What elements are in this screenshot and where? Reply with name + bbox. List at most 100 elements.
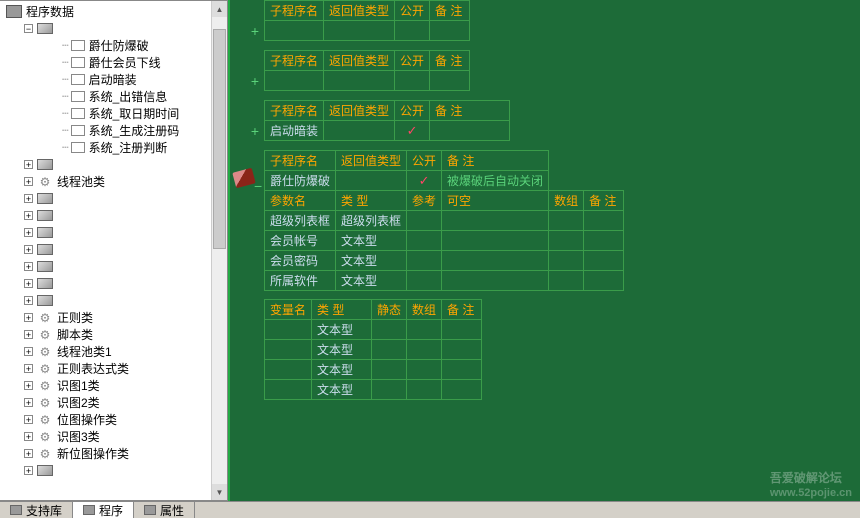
param-rem[interactable]: [584, 251, 624, 271]
var-arr[interactable]: [407, 320, 442, 340]
tree-named-3[interactable]: +正则表达式类: [0, 360, 227, 377]
collapse-icon[interactable]: −: [24, 24, 33, 33]
sub-table-3[interactable]: 子程序名 返回值类型 公开 备 注 启动暗装 ✓: [264, 100, 510, 141]
var-name[interactable]: [265, 360, 312, 380]
param-type[interactable]: 超级列表框: [336, 211, 407, 231]
expand-icon[interactable]: +: [24, 398, 33, 407]
expand-icon[interactable]: +: [24, 194, 33, 203]
tree-leaf-0[interactable]: ┄爵仕防爆破: [0, 37, 227, 54]
expand-icon[interactable]: +: [24, 381, 33, 390]
tab-properties[interactable]: 属性: [134, 502, 195, 518]
param-rem[interactable]: [584, 271, 624, 291]
var-rem[interactable]: [442, 340, 482, 360]
var-static[interactable]: [372, 360, 407, 380]
cell-pub-check[interactable]: ✓: [407, 171, 442, 191]
param-arr[interactable]: [549, 251, 584, 271]
expand-icon[interactable]: +: [24, 160, 33, 169]
cell-name[interactable]: 启动暗装: [265, 121, 324, 141]
var-row[interactable]: 文本型: [265, 380, 482, 400]
vertical-scrollbar[interactable]: ▲ ▼: [211, 1, 227, 500]
tree-leaf-4[interactable]: ┄系统_取日期时间: [0, 105, 227, 122]
cell[interactable]: [324, 71, 395, 91]
collapse-icon[interactable]: −: [254, 178, 262, 194]
tree-leaf-5[interactable]: ┄系统_生成注册码: [0, 122, 227, 139]
expand-icon[interactable]: +: [250, 26, 260, 36]
cell-ret[interactable]: [336, 171, 407, 191]
var-static[interactable]: [372, 320, 407, 340]
tree-named-2[interactable]: +线程池类1: [0, 343, 227, 360]
param-null[interactable]: [442, 211, 549, 231]
expand-icon[interactable]: +: [24, 364, 33, 373]
param-ref[interactable]: [407, 251, 442, 271]
tree-root[interactable]: 程序数据: [0, 3, 227, 20]
expand-icon[interactable]: +: [24, 313, 33, 322]
param-arr[interactable]: [549, 211, 584, 231]
tree-blank-group[interactable]: +: [0, 207, 227, 224]
tree-blank-group[interactable]: +: [0, 190, 227, 207]
var-type[interactable]: 文本型: [312, 360, 372, 380]
param-name[interactable]: 所属软件: [265, 271, 336, 291]
param-type[interactable]: 文本型: [336, 251, 407, 271]
expand-icon[interactable]: +: [24, 177, 33, 186]
tree-group[interactable]: −: [0, 20, 227, 37]
cell-rem[interactable]: [430, 121, 510, 141]
scroll-up-icon[interactable]: ▲: [212, 1, 227, 17]
expand-icon[interactable]: +: [24, 211, 33, 220]
tree-leaf-1[interactable]: ┄爵仕会员下线: [0, 54, 227, 71]
param-arr[interactable]: [549, 231, 584, 251]
var-rem[interactable]: [442, 380, 482, 400]
cell-pub-check[interactable]: ✓: [395, 121, 430, 141]
param-null[interactable]: [442, 231, 549, 251]
tree-group-empty[interactable]: +: [0, 156, 227, 173]
var-static[interactable]: [372, 340, 407, 360]
param-ref[interactable]: [407, 271, 442, 291]
param-row[interactable]: 会员密码文本型: [265, 251, 624, 271]
tree-blank-group[interactable]: +: [0, 292, 227, 309]
tree-blank-group[interactable]: +: [0, 258, 227, 275]
param-ref[interactable]: [407, 211, 442, 231]
var-type[interactable]: 文本型: [312, 340, 372, 360]
var-row[interactable]: 文本型: [265, 320, 482, 340]
expand-icon[interactable]: +: [24, 466, 33, 475]
param-rem[interactable]: [584, 231, 624, 251]
cell[interactable]: [430, 71, 470, 91]
cell-rem[interactable]: 被爆破后自动关闭: [442, 171, 549, 191]
tree-group-tail[interactable]: +: [0, 462, 227, 479]
var-rem[interactable]: [442, 360, 482, 380]
cell[interactable]: [395, 21, 430, 41]
var-name[interactable]: [265, 320, 312, 340]
expand-icon[interactable]: +: [24, 296, 33, 305]
expand-icon[interactable]: +: [24, 228, 33, 237]
expand-icon[interactable]: +: [24, 279, 33, 288]
tree-view[interactable]: 程序数据 − ┄爵仕防爆破┄爵仕会员下线┄启动暗装┄系统_出错信息┄系统_取日期…: [0, 1, 227, 500]
param-type[interactable]: 文本型: [336, 231, 407, 251]
tree-named-0[interactable]: +正则类: [0, 309, 227, 326]
expand-icon[interactable]: +: [250, 126, 260, 136]
tree-blank-group[interactable]: +: [0, 224, 227, 241]
var-name[interactable]: [265, 380, 312, 400]
param-ref[interactable]: [407, 231, 442, 251]
sub-table-4[interactable]: 子程序名 返回值类型 公开 备 注 爵仕防爆破 ✓ 被爆破后自动关闭 参数名 类…: [264, 150, 624, 291]
sub-table-1[interactable]: 子程序名 返回值类型 公开 备 注: [264, 0, 470, 41]
tree-named-5[interactable]: +识图2类: [0, 394, 227, 411]
tree-leaf-3[interactable]: ┄系统_出错信息: [0, 88, 227, 105]
var-table[interactable]: 变量名 类 型 静态 数组 备 注 文本型文本型文本型文本型: [264, 299, 482, 400]
var-type[interactable]: 文本型: [312, 320, 372, 340]
var-row[interactable]: 文本型: [265, 360, 482, 380]
var-static[interactable]: [372, 380, 407, 400]
expand-icon[interactable]: +: [24, 347, 33, 356]
cell[interactable]: [265, 21, 324, 41]
param-null[interactable]: [442, 271, 549, 291]
tree-blank-group[interactable]: +: [0, 241, 227, 258]
cell[interactable]: [324, 21, 395, 41]
param-arr[interactable]: [549, 271, 584, 291]
tree-leaf-2[interactable]: ┄启动暗装: [0, 71, 227, 88]
scroll-thumb[interactable]: [213, 29, 226, 249]
tree-leaf-6[interactable]: ┄系统_注册判断: [0, 139, 227, 156]
param-row[interactable]: 超级列表框超级列表框: [265, 211, 624, 231]
var-arr[interactable]: [407, 380, 442, 400]
param-type[interactable]: 文本型: [336, 271, 407, 291]
expand-icon[interactable]: +: [24, 330, 33, 339]
scroll-down-icon[interactable]: ▼: [212, 484, 227, 500]
var-arr[interactable]: [407, 340, 442, 360]
